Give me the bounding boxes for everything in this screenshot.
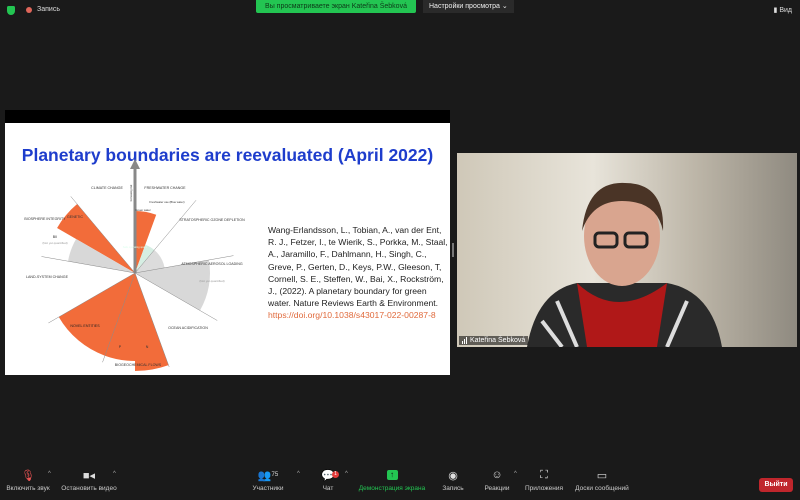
unmute-label: Включить звук (6, 485, 50, 492)
label-bii: BII (53, 235, 57, 239)
label-ozone: STRATOSPHERIC OZONE DEPLETION (179, 218, 245, 222)
apps-icon: ⛶ (540, 468, 548, 481)
view-button[interactable]: ▮ Вид (774, 6, 792, 14)
doi-link[interactable]: https://doi.org/10.1038/s43017-022-00287… (268, 310, 436, 320)
apps-label: Приложения (524, 485, 564, 492)
label-increasing-risk: Increasing risk (129, 184, 133, 201)
shared-screen-header (5, 110, 450, 123)
unmute-button[interactable]: 🎙 Включить звук (4, 465, 52, 500)
view-options-label: Настройки просмотра (429, 3, 500, 10)
participants-button[interactable]: 👥 75 Участники (250, 465, 286, 500)
share-screen-label: Демонстрация экрана (358, 485, 426, 492)
view-label: Вид (779, 7, 792, 14)
reactions-button[interactable]: ☺ Реакции (482, 465, 512, 500)
video-camera-icon: ■◂ (82, 469, 96, 482)
label-genetic: GENETIC (67, 215, 83, 219)
chat-badge: 1 (332, 471, 339, 478)
muted-mic-icon: 🎙 (21, 469, 35, 482)
recording-label[interactable]: Запись (37, 6, 60, 13)
chevron-down-icon: ⌄ (501, 3, 508, 10)
label-biosphere: BIOSPHERE INTEGRITY (24, 217, 66, 221)
top-bar: Запись Вы просматриваете экран Kateřina … (0, 0, 800, 20)
view-icon: ▮ (773, 7, 778, 14)
label-blue-water: Freshwater use (Blue water) (149, 200, 184, 204)
signal-strength-icon (462, 337, 467, 344)
label-aerosol: ATMOSPHERIC AEROSOL LOADING (181, 262, 243, 266)
participant-video[interactable]: Kateřina Šebková (457, 153, 797, 347)
label-bii-nq: (Not yet quantified) (42, 241, 67, 245)
label-novel-entities: NOVEL ENTITIES (70, 324, 100, 328)
stop-video-label: Остановить видео (61, 485, 117, 492)
security-shield-icon[interactable] (7, 6, 15, 15)
label-freshwater: FRESHWATER CHANGE (144, 186, 186, 190)
citation: Wang-Erlandsson, L., Tobian, A., van der… (268, 225, 448, 309)
participant-image (527, 182, 722, 347)
apps-button[interactable]: ⛶ Приложения (522, 465, 566, 500)
label-ocean: OCEAN ACIDIFICATION (168, 326, 208, 330)
whiteboards-label: Доски сообщений (575, 485, 629, 492)
record-button[interactable]: ◉ Запись (438, 465, 468, 500)
label-climate: CLIMATE CHANGE (91, 186, 123, 190)
record-icon: ◉ (448, 469, 458, 482)
label-land-system: LAND-SYSTEM CHANGE (26, 275, 69, 279)
label-aerosol-nq: (Not yet quantified) (199, 279, 224, 283)
participants-count: 75 (271, 472, 279, 478)
recording-icon (26, 7, 32, 13)
participants-label: Участники (252, 485, 284, 492)
label-biogeochemical: BIOGEOCHEMICAL FLOWS (115, 363, 162, 367)
reference-text: Wang-Erlandsson, L., Tobian, A., van der… (268, 224, 448, 322)
leave-button[interactable]: Выйти (759, 478, 793, 492)
audio-options-caret[interactable]: ^ (48, 471, 51, 477)
video-options-caret[interactable]: ^ (113, 471, 116, 477)
sharing-banner: Вы просматриваете экран Kateřina Šebková (256, 0, 416, 13)
resize-handle[interactable] (452, 243, 454, 257)
share-screen-icon: ↑ (386, 470, 398, 480)
planetary-boundaries-diagram: CLIMATE CHANGE FRESHWATER CHANGE Freshwa… (24, 159, 245, 371)
participants-options-caret[interactable]: ^ (297, 471, 300, 477)
participant-name-tag: Kateřina Šebková (459, 336, 529, 345)
view-options-button[interactable]: Настройки просмотра ⌄ (423, 0, 514, 13)
reactions-icon: ☺ (491, 469, 503, 481)
whiteboard-icon: ▭ (596, 469, 608, 482)
participants-icon: 👥 (257, 469, 272, 482)
whiteboards-button[interactable]: ▭ Доски сообщений (572, 465, 632, 500)
label-n: N (146, 345, 149, 349)
participant-name: Kateřina Šebková (470, 337, 526, 344)
label-green-water: Green water (135, 208, 150, 212)
reactions-options-caret[interactable]: ^ (514, 471, 517, 477)
label-safe-space: Safe operating space (123, 245, 148, 249)
record-label: Запись (442, 485, 464, 492)
stop-video-button[interactable]: ■◂ Остановить видео (60, 465, 118, 500)
reactions-label: Реакции (484, 485, 510, 492)
chat-options-caret[interactable]: ^ (345, 471, 348, 477)
meeting-toolbar: 🎙 Включить звук ^ ■◂ Остановить видео ^ 👥 7… (0, 465, 800, 500)
chat-label: Чат (322, 485, 334, 492)
share-screen-button[interactable]: ↑ Демонстрация экрана (356, 465, 428, 500)
shared-slide: Planetary boundaries are reevaluated (Ap… (5, 123, 450, 375)
arrow-head-icon (130, 159, 140, 169)
